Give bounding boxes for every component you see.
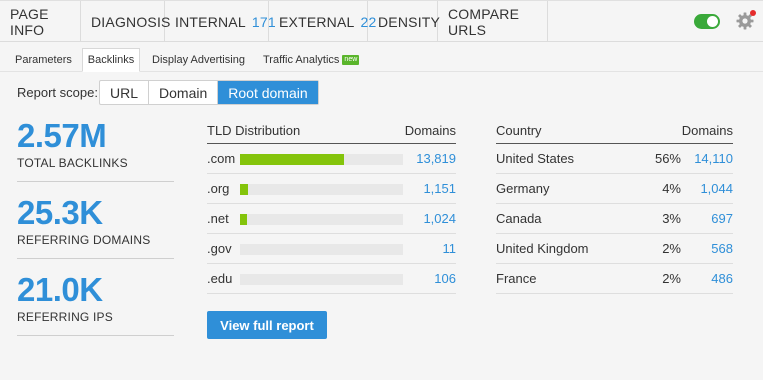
- report-scope-label: Report scope:: [17, 85, 98, 100]
- metric-value[interactable]: 25.3K: [17, 196, 174, 230]
- tld-bar: [240, 214, 403, 225]
- metric-value[interactable]: 21.0K: [17, 273, 174, 307]
- tld-name: .com: [207, 151, 236, 166]
- country-domains-link[interactable]: 486: [711, 271, 733, 286]
- tld-domains-link[interactable]: 11: [443, 241, 457, 256]
- country-name: Germany: [496, 181, 550, 196]
- subtab-backlinks[interactable]: Backlinks: [82, 48, 140, 72]
- scope-url-button[interactable]: URL: [100, 81, 150, 104]
- table-row: .net 1,024: [207, 204, 456, 234]
- report-scope-selector: URL Domain Root domain: [99, 80, 319, 105]
- country-percent: 2%: [662, 271, 681, 286]
- tab-label: EXTERNAL: [279, 13, 355, 30]
- country-name: Canada: [496, 211, 542, 226]
- enable-toggle[interactable]: [694, 14, 720, 29]
- country-name: United States: [496, 151, 575, 166]
- tld-bar-fill: [240, 184, 249, 195]
- subtab-display-advertising[interactable]: Display Advertising: [146, 48, 251, 72]
- table-row: Canada 3% 697: [496, 204, 733, 234]
- tld-bar-fill: [240, 214, 248, 225]
- tld-name: .gov: [207, 241, 232, 256]
- country-percent: 2%: [662, 241, 681, 256]
- table-row: France 2% 486: [496, 264, 733, 294]
- country-domains-link[interactable]: 14,110: [694, 151, 733, 166]
- country-name: United Kingdom: [496, 241, 589, 256]
- notification-dot: [750, 10, 756, 16]
- tld-bar: [240, 154, 403, 165]
- scope-root-domain-button[interactable]: Root domain: [218, 81, 318, 104]
- tld-bar: [240, 274, 403, 285]
- table-row: .gov 11: [207, 234, 456, 264]
- tab-label: DENSITY: [378, 13, 441, 30]
- tld-domains-link[interactable]: 1,151: [423, 181, 456, 196]
- tld-bar: [240, 244, 403, 255]
- country-domains-link[interactable]: 697: [711, 211, 733, 226]
- country-domains-link[interactable]: 568: [711, 241, 733, 256]
- subtab-traffic-analytics[interactable]: Traffic Analytics new: [257, 48, 365, 72]
- metric-total-backlinks: 2.57M TOTAL BACKLINKS: [17, 119, 174, 182]
- table-row: .edu 106: [207, 264, 456, 294]
- tab-label: INTERNAL: [175, 13, 246, 30]
- metric-label: REFERRING IPS: [17, 310, 113, 324]
- table-row: United States 56% 14,110: [496, 144, 733, 174]
- settings-gear-icon[interactable]: [735, 10, 756, 31]
- country-percent: 56%: [654, 151, 681, 166]
- domains-header-label: Domains: [404, 122, 456, 138]
- table-row: .com 13,819: [207, 144, 456, 174]
- tld-name: .net: [207, 211, 229, 226]
- scope-domain-button[interactable]: Domain: [149, 81, 219, 104]
- tld-bar: [240, 184, 403, 195]
- tld-distribution-table: TLD Distribution Domains .com 13,819 .or…: [207, 117, 456, 294]
- table-row: Germany 4% 1,044: [496, 174, 733, 204]
- tab-label: COMPARE URLS: [448, 5, 520, 38]
- table-header: TLD Distribution Domains: [207, 117, 456, 144]
- subtab-parameters[interactable]: Parameters: [9, 48, 78, 72]
- metric-referring-ips: 21.0K REFERRING IPS: [17, 273, 174, 336]
- tab-density[interactable]: DENSITY: [368, 1, 441, 42]
- country-percent: 4%: [662, 181, 681, 196]
- country-header-label: Country: [496, 122, 542, 138]
- metric-label: REFERRING DOMAINS: [17, 233, 151, 247]
- subtab-label: Traffic Analytics: [263, 54, 340, 66]
- view-full-report-button[interactable]: View full report: [207, 311, 327, 339]
- country-percent: 3%: [662, 211, 681, 226]
- subtab-label: Display Advertising: [152, 54, 245, 66]
- country-domains-link[interactable]: 1,044: [700, 181, 733, 196]
- tab-label: PAGE INFO: [10, 5, 49, 38]
- country-name: France: [496, 271, 537, 286]
- domains-header-label: Domains: [681, 122, 733, 138]
- tab-internal[interactable]: INTERNAL 171: [165, 1, 276, 42]
- sub-navigation: Parameters Backlinks Display Advertising…: [0, 42, 763, 72]
- metric-label: TOTAL BACKLINKS: [17, 156, 128, 170]
- metric-referring-domains: 25.3K REFERRING DOMAINS: [17, 196, 174, 259]
- new-badge: new: [342, 55, 360, 65]
- subtab-label: Parameters: [15, 54, 72, 66]
- table-header: Country Domains: [496, 117, 733, 144]
- tab-diagnosis[interactable]: DIAGNOSIS: [81, 1, 170, 42]
- tab-page-info[interactable]: PAGE INFO: [0, 1, 81, 42]
- subtab-label: Backlinks: [87, 54, 135, 66]
- top-navigation: PAGE INFO DIAGNOSIS INTERNAL 171 EXTERNAL…: [0, 0, 763, 42]
- tld-domains-link[interactable]: 106: [434, 271, 456, 286]
- toggle-knob: [707, 16, 718, 27]
- country-table: Country Domains United States 56% 14,110…: [496, 117, 733, 294]
- tab-compare-urls[interactable]: COMPARE URLS: [438, 1, 548, 42]
- table-row: United Kingdom 2% 568: [496, 234, 733, 264]
- tld-domains-link[interactable]: 1,024: [423, 211, 456, 226]
- tld-bar-fill: [240, 154, 345, 165]
- metric-value[interactable]: 2.57M: [17, 119, 174, 153]
- tld-name: .edu: [207, 271, 233, 286]
- tab-external[interactable]: EXTERNAL 22: [269, 1, 376, 42]
- tld-name: .org: [207, 181, 230, 196]
- tld-domains-link[interactable]: 13,819: [416, 151, 456, 166]
- tld-header-label: TLD Distribution: [207, 122, 301, 138]
- table-row: .org 1,151: [207, 174, 456, 204]
- tab-label: DIAGNOSIS: [91, 13, 171, 30]
